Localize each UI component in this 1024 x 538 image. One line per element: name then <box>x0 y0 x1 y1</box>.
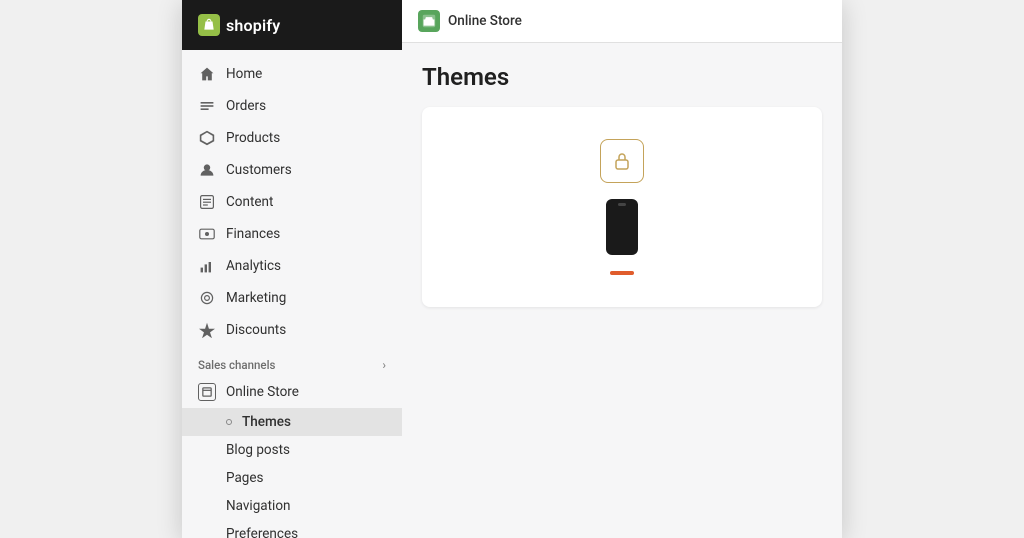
sales-channels-label: Sales channels <box>198 358 275 372</box>
sidebar-item-themes[interactable]: Themes <box>182 408 402 436</box>
sidebar-item-analytics[interactable]: Analytics <box>182 250 402 282</box>
sidebar-item-content-label: Content <box>226 194 273 210</box>
themes-card <box>422 107 822 307</box>
page-content: Themes <box>402 43 842 538</box>
sidebar-header: shopify <box>182 0 402 50</box>
sidebar-item-home[interactable]: Home <box>182 58 402 90</box>
expand-button[interactable] <box>610 271 634 275</box>
products-icon <box>198 129 216 147</box>
content-icon <box>198 193 216 211</box>
sidebar-item-orders-label: Orders <box>226 98 266 114</box>
sidebar-item-discounts[interactable]: Discounts <box>182 314 402 346</box>
sidebar-item-products[interactable]: Products <box>182 122 402 154</box>
sidebar-item-customers[interactable]: Customers <box>182 154 402 186</box>
topbar-store-icon <box>418 10 440 32</box>
sidebar-item-discounts-label: Discounts <box>226 322 286 338</box>
sidebar-item-marketing[interactable]: Marketing <box>182 282 402 314</box>
sidebar-item-finances-label: Finances <box>226 226 280 242</box>
page-title: Themes <box>422 63 822 91</box>
sidebar-item-themes-label: Themes <box>242 414 291 430</box>
phone-notch <box>618 203 626 206</box>
shopify-bag-icon <box>198 14 220 36</box>
sidebar-item-analytics-label: Analytics <box>226 258 281 274</box>
sidebar-item-online-store[interactable]: Online Store <box>182 376 402 408</box>
sidebar-item-blog-posts-label: Blog posts <box>226 442 290 458</box>
sidebar-item-home-label: Home <box>226 66 262 82</box>
sidebar-item-pages[interactable]: Pages <box>182 464 402 492</box>
themes-bullet <box>226 419 232 425</box>
sales-channels-chevron-icon[interactable]: › <box>382 358 386 372</box>
shopify-logo-text: shopify <box>226 16 280 35</box>
sidebar-nav: Home Orders Products Cu <box>182 50 402 538</box>
sidebar: shopify Home Orders <box>182 0 402 538</box>
topbar: Online Store <box>402 0 842 43</box>
sidebar-item-navigation[interactable]: Navigation <box>182 492 402 520</box>
marketing-icon <box>198 289 216 307</box>
finances-icon <box>198 225 216 243</box>
main-content: Online Store Themes <box>402 0 842 538</box>
sidebar-item-customers-label: Customers <box>226 162 292 178</box>
sidebar-item-preferences-label: Preferences <box>226 526 298 538</box>
sidebar-item-blog-posts[interactable]: Blog posts <box>182 436 402 464</box>
sidebar-item-navigation-label: Navigation <box>226 498 290 514</box>
sidebar-item-online-store-label: Online Store <box>226 384 299 400</box>
sidebar-item-content[interactable]: Content <box>182 186 402 218</box>
sidebar-item-preferences[interactable]: Preferences <box>182 520 402 538</box>
customers-icon <box>198 161 216 179</box>
sidebar-item-orders[interactable]: Orders <box>182 90 402 122</box>
discounts-icon <box>198 321 216 339</box>
topbar-label: Online Store <box>448 13 522 29</box>
sidebar-item-marketing-label: Marketing <box>226 290 286 306</box>
home-icon <box>198 65 216 83</box>
sales-channels-section: Sales channels › <box>182 346 402 376</box>
analytics-icon <box>198 257 216 275</box>
sidebar-item-products-label: Products <box>226 130 280 146</box>
phone-preview <box>606 199 638 255</box>
orders-icon <box>198 97 216 115</box>
sidebar-item-pages-label: Pages <box>226 470 264 486</box>
sidebar-item-finances[interactable]: Finances <box>182 218 402 250</box>
online-store-icon <box>198 383 216 401</box>
lock-icon <box>600 139 644 183</box>
shopify-logo: shopify <box>198 14 280 36</box>
